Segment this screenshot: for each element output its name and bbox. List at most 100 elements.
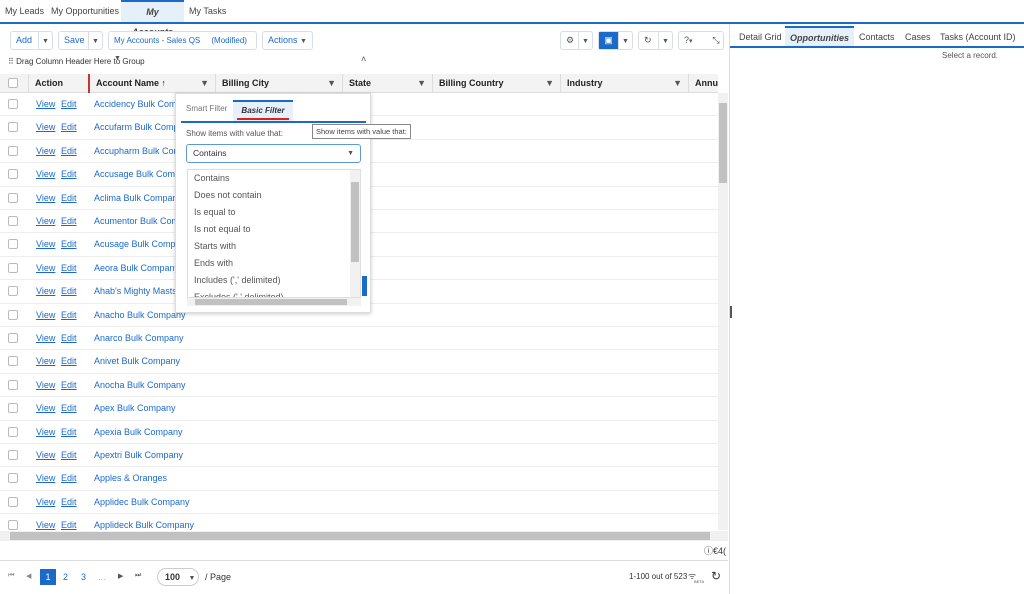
operator-option[interactable]: Ends with — [194, 258, 233, 268]
operator-option[interactable]: Starts with — [194, 241, 236, 251]
view-link[interactable]: View — [36, 99, 55, 109]
view-link[interactable]: View — [36, 286, 55, 296]
edit-link[interactable]: Edit — [61, 263, 77, 273]
view-link[interactable]: View — [36, 122, 55, 132]
operator-option[interactable]: Is equal to — [194, 207, 236, 217]
row-checkbox[interactable] — [8, 496, 18, 507]
row-checkbox[interactable] — [8, 450, 18, 460]
edit-link[interactable]: Edit — [61, 380, 77, 390]
account-name-link[interactable]: Anivet Bulk Company — [94, 356, 180, 366]
edit-link[interactable]: Edit — [61, 520, 77, 530]
account-name-link[interactable]: Aeora Bulk Company — [94, 263, 179, 273]
edit-link[interactable]: Edit — [61, 473, 77, 483]
operator-option[interactable]: Contains — [194, 173, 230, 183]
tab-tasks[interactable]: Tasks (Account ID) — [935, 26, 1021, 48]
edit-link[interactable]: Edit — [61, 99, 77, 109]
row-checkbox[interactable] — [8, 333, 18, 343]
account-name-link[interactable]: Anacho Bulk Company — [94, 310, 186, 320]
add-dropdown[interactable]: ▼ — [38, 32, 52, 49]
account-name-link[interactable]: Ahab's Mighty Masts — [94, 286, 177, 296]
page-size-select[interactable]: 100 ▼ — [157, 568, 199, 586]
filter-icon[interactable]: ▼ — [417, 74, 426, 93]
account-name-link[interactable]: Applideck Bulk Company — [94, 520, 194, 530]
col-action[interactable]: Action — [28, 74, 88, 93]
row-checkbox[interactable] — [8, 473, 18, 484]
refresh-icon[interactable]: ↻ — [711, 569, 721, 583]
page-2[interactable]: 2 — [63, 572, 68, 582]
filter-icon[interactable]: ▼ — [673, 74, 682, 93]
add-button[interactable]: Add ▼ — [10, 31, 53, 50]
operator-listbox[interactable]: Contains Does not contain Is equal to Is no… — [187, 169, 361, 298]
filter-icon[interactable]: ▼ — [327, 74, 336, 93]
operator-option[interactable]: Includes (',' delimited) — [194, 275, 280, 285]
operator-select[interactable]: Contains ▼ — [186, 144, 361, 163]
view-link[interactable]: View — [36, 193, 55, 203]
page-3[interactable]: 3 — [81, 572, 86, 582]
row-checkbox[interactable] — [8, 99, 18, 109]
group-bar[interactable]: ⠿ Drag Column Header Here to Group — [8, 57, 145, 66]
layout-dropdown[interactable]: ▼ — [618, 32, 632, 49]
refresh-button[interactable]: ↻ ▼ — [638, 31, 673, 50]
tab-cases[interactable]: Cases — [900, 26, 936, 48]
account-name-link[interactable]: Apextri Bulk Company — [94, 450, 183, 460]
edit-link[interactable]: Edit — [61, 169, 77, 179]
view-link[interactable]: View — [36, 310, 55, 320]
tab-my-accounts[interactable]: My Accounts — [121, 0, 184, 37]
list-scrollbar[interactable] — [350, 170, 360, 297]
actions-button[interactable]: Actions ▼ — [262, 31, 313, 50]
edit-link[interactable]: Edit — [61, 450, 77, 460]
operator-option[interactable]: Is not equal to — [194, 224, 251, 234]
row-checkbox[interactable] — [8, 262, 18, 273]
filter-icon[interactable]: ▼ — [200, 74, 209, 93]
view-link[interactable]: View — [36, 473, 55, 483]
row-checkbox[interactable] — [8, 520, 18, 531]
last-page-icon[interactable]: ⏭ — [135, 572, 141, 580]
row-checkbox[interactable] — [8, 426, 18, 437]
scroll-thumb[interactable] — [10, 532, 710, 540]
row-checkbox[interactable] — [8, 309, 18, 320]
tab-detail-grid[interactable]: Detail Grid — [734, 26, 787, 48]
page-1[interactable]: 1 — [40, 569, 56, 585]
col-billing-city[interactable]: Billing City ▼ — [215, 74, 342, 93]
help-button[interactable]: ?▾ ⤡ — [678, 31, 724, 50]
splitter-handle[interactable] — [730, 306, 732, 318]
next-page-icon[interactable]: ▶ — [118, 572, 123, 580]
tab-basic-filter[interactable]: Basic Filter — [233, 100, 293, 122]
edit-link[interactable]: Edit — [61, 427, 77, 437]
view-link[interactable]: View — [36, 497, 55, 507]
view-link[interactable]: View — [36, 403, 55, 413]
edit-link[interactable]: Edit — [61, 239, 77, 249]
col-annual[interactable]: Annua — [688, 74, 718, 93]
view-selector[interactable]: My Accounts - Sales QS (Modified) ▼ — [108, 31, 257, 62]
row-checkbox[interactable] — [8, 286, 18, 297]
tab-my-opportunities[interactable]: My Opportunities — [46, 0, 124, 22]
col-state[interactable]: State ▼ — [342, 74, 432, 93]
account-name-link[interactable]: Apex Bulk Company — [94, 403, 176, 413]
view-link[interactable]: View — [36, 239, 55, 249]
row-checkbox[interactable] — [8, 403, 18, 414]
view-link[interactable]: View — [36, 450, 55, 460]
col-billing-country[interactable]: Billing Country ▼ — [432, 74, 560, 93]
select-all[interactable] — [0, 74, 28, 93]
view-link[interactable]: View — [36, 520, 55, 530]
chevron-up-icon[interactable]: ˄ — [361, 54, 366, 64]
account-name-link[interactable]: Aclima Bulk Company — [94, 193, 182, 203]
col-industry[interactable]: Industry ▼ — [560, 74, 688, 93]
edit-link[interactable]: Edit — [61, 333, 77, 343]
filter-icon[interactable]: ▼ — [545, 74, 554, 93]
row-checkbox[interactable] — [8, 145, 18, 156]
edit-link[interactable]: Edit — [61, 286, 77, 296]
edit-link[interactable]: Edit — [61, 310, 77, 320]
view-link[interactable]: View — [36, 380, 55, 390]
page-more[interactable]: ... — [98, 572, 106, 582]
view-link[interactable]: View — [36, 263, 55, 273]
account-name-link[interactable]: Anocha Bulk Company — [94, 380, 186, 390]
row-checkbox[interactable] — [8, 379, 18, 390]
edit-link[interactable]: Edit — [61, 403, 77, 413]
layout-button[interactable]: ▣ ▼ — [598, 31, 633, 50]
list-hscrollbar[interactable] — [187, 298, 361, 306]
edit-link[interactable]: Edit — [61, 146, 77, 156]
tab-contacts[interactable]: Contacts — [854, 26, 900, 48]
tab-smart-filter[interactable]: Smart Filter — [186, 104, 227, 113]
first-page-icon[interactable]: ⏮ — [8, 572, 14, 580]
